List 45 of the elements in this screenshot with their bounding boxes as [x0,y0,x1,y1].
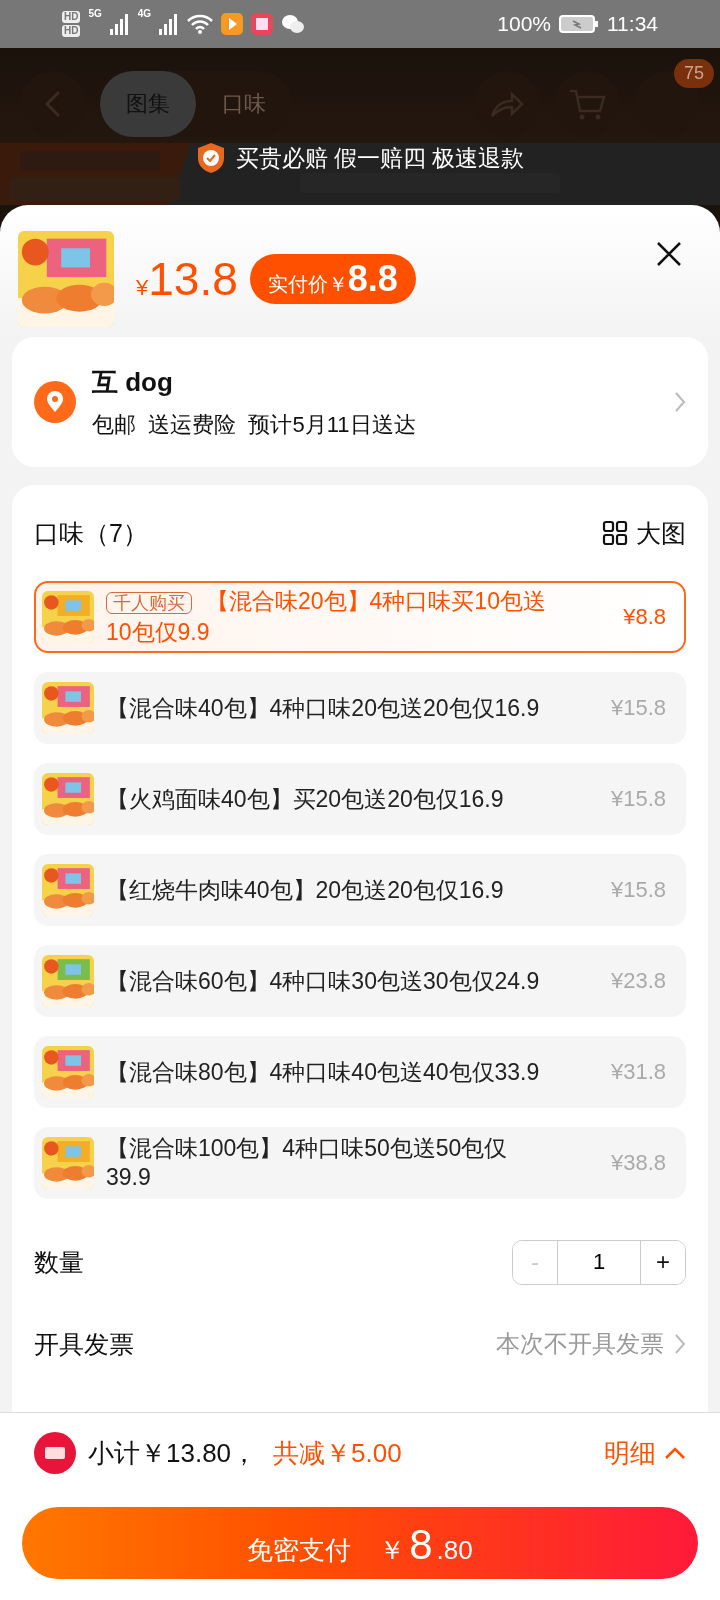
subtotal: 小计￥13.80， [88,1436,258,1470]
network-label: 4G [137,8,152,19]
signal-icon [159,13,180,35]
pay-price-pill: 实付价￥8.8 [249,254,416,304]
address-card[interactable]: 互 dog 包邮 送运费险 预计5月11日送达 [12,337,708,467]
delivery-info: 包邮 送运费险 预计5月11日送达 [92,410,417,439]
flavor-option[interactable]: 【火鸡面味40包】买20包送20包仅16.9 ¥15.8 [34,763,686,835]
book-icon [251,13,274,35]
flavor-option[interactable]: 【混合味40包】4种口味20包送20包仅16.9 ¥15.8 [34,672,686,744]
coupon-icon [34,1432,76,1474]
wifi-icon [187,13,214,35]
hd-badge: HD [62,11,81,23]
battery-percent: 100% [497,12,551,36]
price: ¥13.8 [136,252,238,306]
app-icon [221,13,244,35]
discount: 共减￥5.00 [273,1436,403,1470]
signal-icon [109,13,130,35]
location-icon [34,381,76,423]
battery-icon [559,13,599,35]
flavor-option[interactable]: 【混合味60包】4种口味30包送30包仅24.9 ¥23.8 [34,945,686,1017]
clock: 11:34 [607,12,658,36]
more-button[interactable]: 75 [634,59,714,137]
flavor-option[interactable]: 【混合味100包】4种口味50包送50包仅39.9 ¥38.8 [34,1127,686,1199]
pay-button[interactable]: 免密支付 ￥8.80 [22,1507,698,1579]
cart-icon [568,87,606,121]
back-icon [43,89,63,119]
recipient-name: 互 dog [92,365,174,399]
section-title: 口味（7） [34,517,148,549]
share-icon [489,89,525,119]
invoice-label: 开具发票 [34,1328,134,1360]
shield-check-icon [195,142,226,174]
chevron-right-icon [674,391,686,413]
chevron-up-icon [664,1446,686,1460]
close-icon[interactable] [656,241,682,267]
network-label: 5G [88,8,102,19]
chat-icon [281,13,306,35]
chevron-right-icon [674,1333,686,1355]
quantity-label: 数量 [34,1246,84,1278]
grid-icon [602,520,628,546]
count-badge: 75 [673,59,714,88]
flavor-option[interactable]: 【混合味80包】4种口味40包送40包仅33.9 ¥31.8 [34,1036,686,1108]
hd-badge: HD [62,25,81,37]
large-view-toggle[interactable]: 大图 [602,516,686,550]
flavor-option[interactable]: 【红烧牛肉味40包】20包送20包仅16.9 ¥15.8 [34,854,686,926]
guarantee-text: 买贵必赔 假一赔四 极速退款 [235,143,525,173]
